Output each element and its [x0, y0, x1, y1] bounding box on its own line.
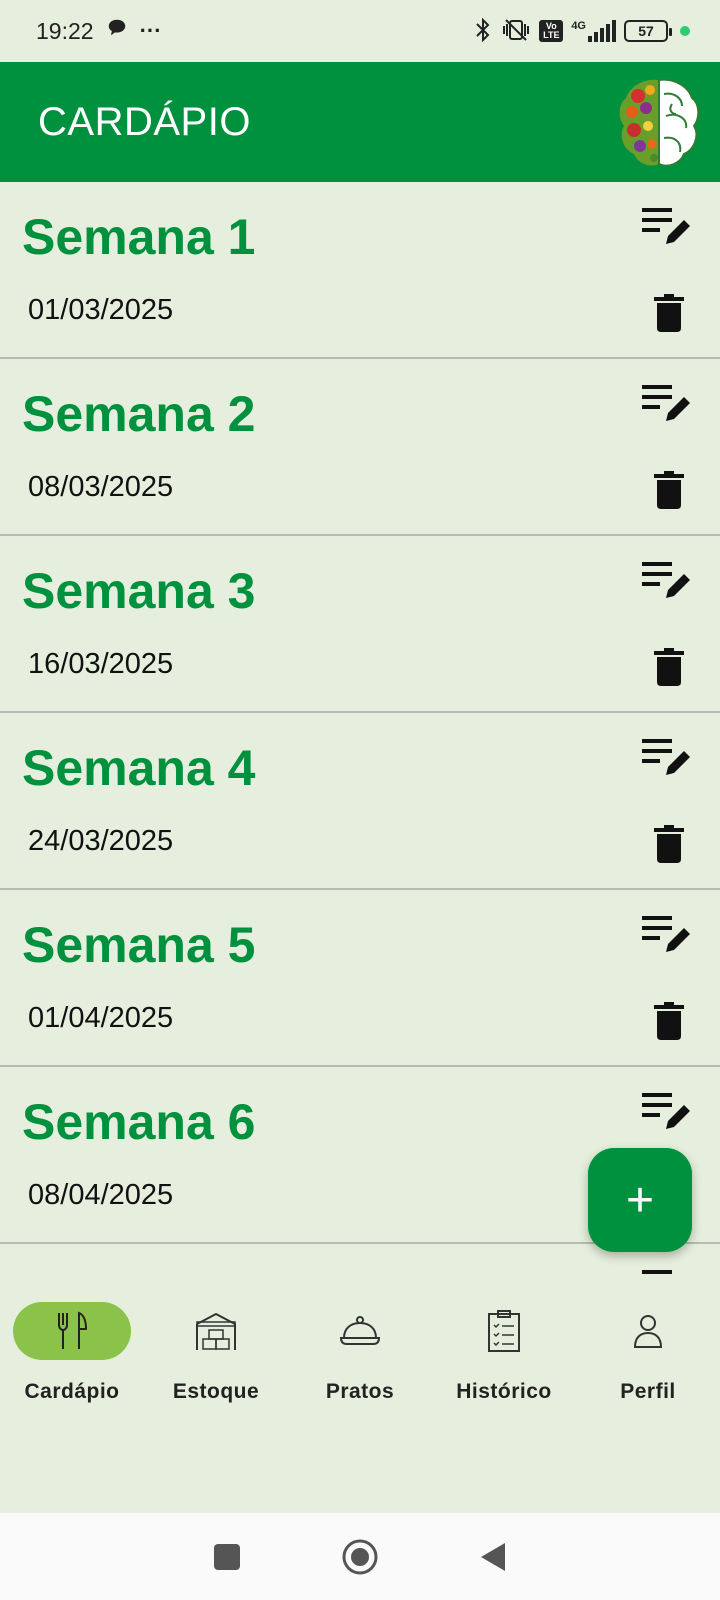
- battery-level: 57: [638, 23, 654, 39]
- edit-icon[interactable]: [640, 204, 694, 250]
- week-title: Semana 6: [22, 1094, 256, 1150]
- week-date: 16/03/2025: [28, 648, 174, 680]
- nav-label: Estoque: [172, 1380, 260, 1403]
- week-date: 24/03/2025: [28, 825, 174, 857]
- nav-item-cardapio[interactable]: Cardápio: [2, 1302, 142, 1404]
- week-title: Semana 4: [22, 740, 256, 796]
- battery-icon: 57: [624, 20, 672, 42]
- volte-label: Vo LTE: [543, 21, 560, 40]
- trash-icon[interactable]: [654, 648, 684, 686]
- back-button[interactable]: [479, 1541, 507, 1573]
- nav-item-pratos[interactable]: Pratos: [290, 1302, 430, 1404]
- status-time: 19:22: [36, 17, 94, 44]
- nav-label: Pratos: [325, 1380, 395, 1403]
- privacy-dot: [680, 26, 690, 36]
- nav-label: Cardápio: [24, 1380, 120, 1403]
- week-title: Semana 3: [22, 563, 256, 619]
- vibrate-off-icon: [501, 18, 531, 45]
- week-title: Semana 7: [22, 1270, 255, 1278]
- system-nav-bar: [0, 1513, 720, 1600]
- nav-label: Histórico: [456, 1380, 552, 1403]
- cloche-icon: [339, 1316, 381, 1345]
- week-date: 01/04/2025: [28, 1002, 174, 1034]
- nav-item-historico[interactable]: Histórico: [434, 1302, 574, 1404]
- message-icon: [106, 17, 128, 45]
- trash-icon[interactable]: [654, 471, 684, 509]
- nav-item-estoque[interactable]: Estoque: [146, 1302, 286, 1404]
- edit-icon[interactable]: [640, 1266, 694, 1278]
- week-title: Semana 2: [22, 386, 256, 442]
- signal-icon: 4G: [571, 20, 616, 42]
- list-item[interactable]: Semana 4 24/03/2025: [0, 713, 720, 890]
- add-week-button[interactable]: +: [588, 1148, 692, 1252]
- status-left: 19:22 ···: [36, 17, 162, 45]
- edit-icon[interactable]: [640, 735, 694, 781]
- week-date: 08/03/2025: [28, 471, 174, 503]
- nav-active-indicator: [13, 1302, 131, 1360]
- network-label: 4G: [571, 20, 586, 32]
- list-item[interactable]: Semana 2 08/03/2025: [0, 359, 720, 536]
- week-list[interactable]: Semana 1 01/03/2025 Semana 2 08/03/2025 …: [0, 182, 720, 1278]
- trash-icon[interactable]: [654, 294, 684, 332]
- edit-icon[interactable]: [640, 558, 694, 604]
- home-button[interactable]: [341, 1538, 379, 1576]
- status-dots: ···: [139, 18, 162, 43]
- trash-icon[interactable]: [654, 1002, 684, 1040]
- status-right: Vo LTE 4G 57: [473, 17, 690, 45]
- edit-icon[interactable]: [640, 912, 694, 958]
- week-title: Semana 5: [22, 917, 256, 973]
- page-title: CARDÁPIO: [38, 99, 251, 144]
- status-bar: 19:22 ··· Vo LTE 4G 57: [0, 0, 720, 62]
- list-item[interactable]: Semana 1 01/03/2025: [0, 182, 720, 359]
- brain-food-logo: [616, 74, 702, 170]
- trash-icon[interactable]: [654, 825, 684, 863]
- bluetooth-icon: [473, 17, 493, 45]
- list-item[interactable]: Semana 3 16/03/2025: [0, 536, 720, 713]
- person-icon: [633, 1315, 663, 1348]
- nav-item-perfil[interactable]: Perfil: [578, 1302, 718, 1404]
- volte-icon: Vo LTE: [539, 20, 564, 42]
- nav-label: Perfil: [620, 1380, 676, 1403]
- warehouse-icon: [196, 1312, 236, 1350]
- week-date: 08/04/2025: [28, 1179, 174, 1211]
- recents-button[interactable]: [213, 1543, 241, 1571]
- clipboard-icon: [488, 1310, 520, 1352]
- edit-icon[interactable]: [640, 381, 694, 427]
- week-date: 01/03/2025: [28, 294, 174, 326]
- fork-knife-icon: [58, 1311, 88, 1349]
- week-title: Semana 1: [22, 209, 256, 265]
- list-item[interactable]: Semana 5 01/04/2025: [0, 890, 720, 1067]
- edit-icon[interactable]: [640, 1089, 694, 1135]
- bottom-nav: Cardápio Estoque Pratos Histórico Perfil: [0, 1278, 720, 1513]
- app-bar: CARDÁPIO: [0, 62, 720, 182]
- plus-icon: +: [625, 1173, 655, 1227]
